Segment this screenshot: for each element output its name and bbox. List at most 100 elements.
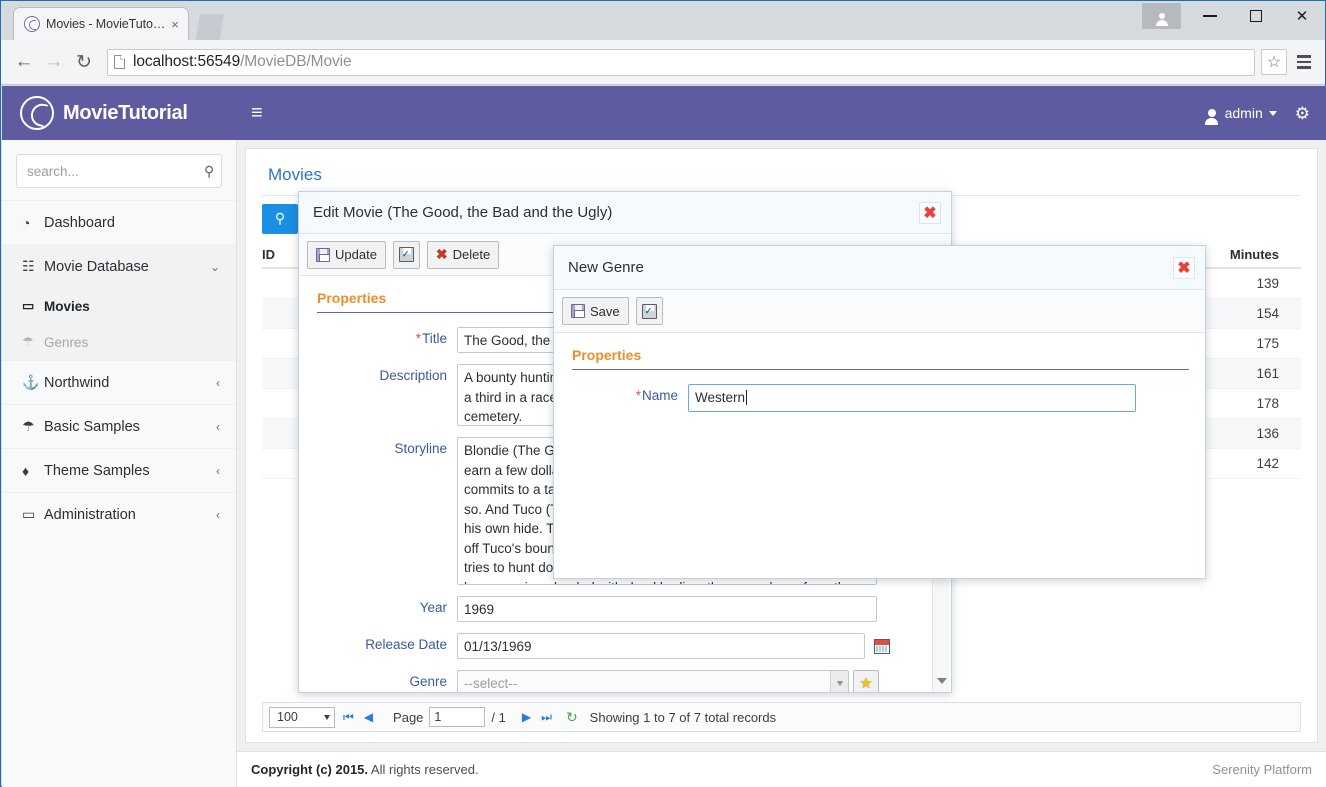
dialog-toolbar: Save	[554, 290, 1205, 333]
search-icon[interactable]: ⚲	[262, 203, 298, 234]
brand-logo-area[interactable]: MovieTutorial	[2, 86, 237, 140]
reload-icon[interactable]: ↻	[69, 47, 99, 77]
save-button[interactable]: Save	[562, 297, 629, 325]
field-row-release-date: Release Date 01/13/1969	[299, 633, 951, 659]
forward-icon[interactable]: →	[39, 47, 69, 77]
first-page-icon[interactable]: ⏮	[341, 710, 356, 725]
sidebar-item-northwind[interactable]: ⚓ Northwind ‹	[2, 360, 236, 404]
chevron-down-icon: ⌄	[209, 259, 220, 274]
delete-icon: ✖	[435, 246, 448, 262]
url-path: /MovieDB/Movie	[240, 53, 352, 70]
address-bar[interactable]: localhost:56549/MovieDB/Movie	[107, 48, 1255, 76]
browser-tab[interactable]: Movies - MovieTutorial ×	[13, 7, 189, 40]
sidebar-item-label: Northwind	[44, 374, 110, 391]
search-box[interactable]: ⚲	[16, 154, 222, 188]
save-apply-icon	[641, 303, 657, 319]
last-page-icon[interactable]: ⏭	[539, 710, 554, 725]
copyright-rest: All rights reserved.	[368, 762, 479, 777]
sidebar-item-dashboard[interactable]: ◔ Dashboard	[2, 200, 236, 244]
title-label: *Title	[317, 327, 457, 346]
search-input[interactable]	[27, 163, 204, 179]
sidebar-item-label: Dashboard	[44, 214, 115, 231]
new-item-star-icon: ★	[859, 674, 873, 692]
window-close-button[interactable]: ✕	[1279, 1, 1325, 31]
page-number-input[interactable]	[429, 707, 486, 727]
close-icon[interactable]: ✖	[919, 201, 941, 224]
refresh-icon[interactable]: ↻	[566, 709, 578, 726]
web-page: MovieTutorial ≡ admin ⚙ ⚲ ◔	[2, 86, 1326, 787]
sidebar-item-movies[interactable]: ▭ Movies	[2, 288, 236, 324]
name-label-text: Name	[641, 388, 678, 403]
next-page-icon[interactable]: ▶	[520, 710, 533, 724]
sidebar-subitem-label: Genres	[44, 334, 89, 350]
prev-page-icon[interactable]: ◀	[362, 710, 375, 724]
chevron-down-icon	[1268, 110, 1277, 116]
page-size-select[interactable]: 100	[269, 706, 335, 728]
sidebar-item-label: Basic Samples	[44, 418, 140, 435]
browser-window: Movies - MovieTutorial × ✕ ← → ↻ localho…	[0, 0, 1326, 787]
year-input[interactable]: 1969	[457, 596, 877, 622]
update-button[interactable]: Update	[307, 240, 386, 269]
save-icon	[571, 304, 585, 318]
browser-toolbar: ← → ↻ localhost:56549/MovieDB/Movie ☆	[1, 40, 1325, 85]
category-divider	[572, 369, 1189, 370]
sidebar-item-basic-samples[interactable]: ☂ Basic Samples ‹	[2, 404, 236, 448]
favicon-icon	[24, 16, 40, 32]
dashboard-icon: ◔	[22, 214, 31, 231]
movies-icon: ▭	[22, 298, 35, 313]
close-icon[interactable]: ×	[168, 18, 182, 31]
minimize-button[interactable]	[1187, 1, 1233, 31]
scroll-down-icon[interactable]	[937, 678, 947, 684]
pin-icon: ☂	[22, 418, 35, 434]
maximize-button[interactable]	[1233, 1, 1279, 31]
footer: Copyright (c) 2015. All rights reserved.…	[237, 751, 1326, 787]
sidebar-item-administration[interactable]: ▭ Administration ‹	[2, 492, 236, 536]
new-genre-button[interactable]: ★	[853, 670, 879, 692]
cell-minutes: 175	[1256, 336, 1279, 351]
bookmark-star-icon[interactable]: ☆	[1261, 49, 1287, 75]
new-tab-button[interactable]	[196, 14, 224, 40]
page-size-value: 100	[277, 710, 298, 724]
dialog-title-bar: New Genre ✖	[554, 246, 1205, 290]
tab-strip: Movies - MovieTutorial × ✕	[1, 1, 1325, 40]
name-input-value: Western	[695, 390, 746, 405]
gear-icon[interactable]: ⚙	[1295, 105, 1310, 122]
browser-menu-icon[interactable]	[1291, 49, 1317, 75]
window-controls: ✕	[1142, 1, 1325, 40]
field-row-name: *Name Western	[554, 384, 1205, 412]
sidebar-search-wrap: ⚲	[2, 140, 236, 200]
chevron-down-icon[interactable]	[830, 671, 848, 692]
text-caret	[746, 390, 748, 405]
title-label-text: Title	[421, 331, 447, 346]
calendar-picker-button[interactable]	[869, 633, 895, 659]
apply-changes-button[interactable]	[635, 297, 663, 325]
sidebar-item-label: Movie Database	[44, 258, 149, 275]
release-date-input[interactable]: 01/13/1969	[457, 633, 865, 659]
field-row-year: Year 1969	[299, 596, 951, 622]
user-menu[interactable]: admin	[1205, 105, 1277, 125]
genre-select[interactable]: --select--	[457, 670, 849, 692]
pagination-bar: 100 ⏮ ◀ Page / 1 ▶ ⏭ ↻ Showing 1 to 7 of…	[262, 702, 1301, 732]
user-icon	[1205, 109, 1219, 125]
film-icon: ☷	[22, 258, 35, 274]
dialog-title: New Genre	[568, 259, 644, 276]
profile-avatar[interactable]	[1142, 3, 1181, 29]
sidebar-item-movie-database[interactable]: ☷ Movie Database ⌄	[2, 244, 236, 288]
sidebar-toggle-icon[interactable]: ≡	[251, 103, 263, 123]
cell-minutes: 136	[1256, 426, 1279, 441]
sidebar: ⚲ ◔ Dashboard ☷ Movie Database ⌄ ▭ Movie…	[2, 140, 237, 787]
sidebar-item-theme-samples[interactable]: ♦ Theme Samples ‹	[2, 448, 236, 492]
app-logo-icon	[20, 96, 54, 130]
sidebar-item-label: Theme Samples	[44, 462, 150, 479]
column-header-minutes[interactable]: Minutes	[1205, 247, 1301, 262]
chevron-left-icon: ‹	[216, 375, 220, 390]
apply-changes-button[interactable]	[392, 240, 420, 269]
name-input[interactable]: Western	[688, 384, 1136, 412]
close-icon[interactable]: ✖	[1173, 256, 1195, 279]
delete-button[interactable]: ✖ Delete	[426, 240, 500, 269]
back-icon[interactable]: ←	[9, 47, 39, 77]
sidebar-subitem-label: Movies	[44, 298, 90, 314]
search-icon[interactable]: ⚲	[204, 163, 214, 180]
sidebar-item-genres[interactable]: ☂ Genres	[2, 324, 236, 360]
dialog-title: Edit Movie (The Good, the Bad and the Ug…	[313, 204, 613, 221]
